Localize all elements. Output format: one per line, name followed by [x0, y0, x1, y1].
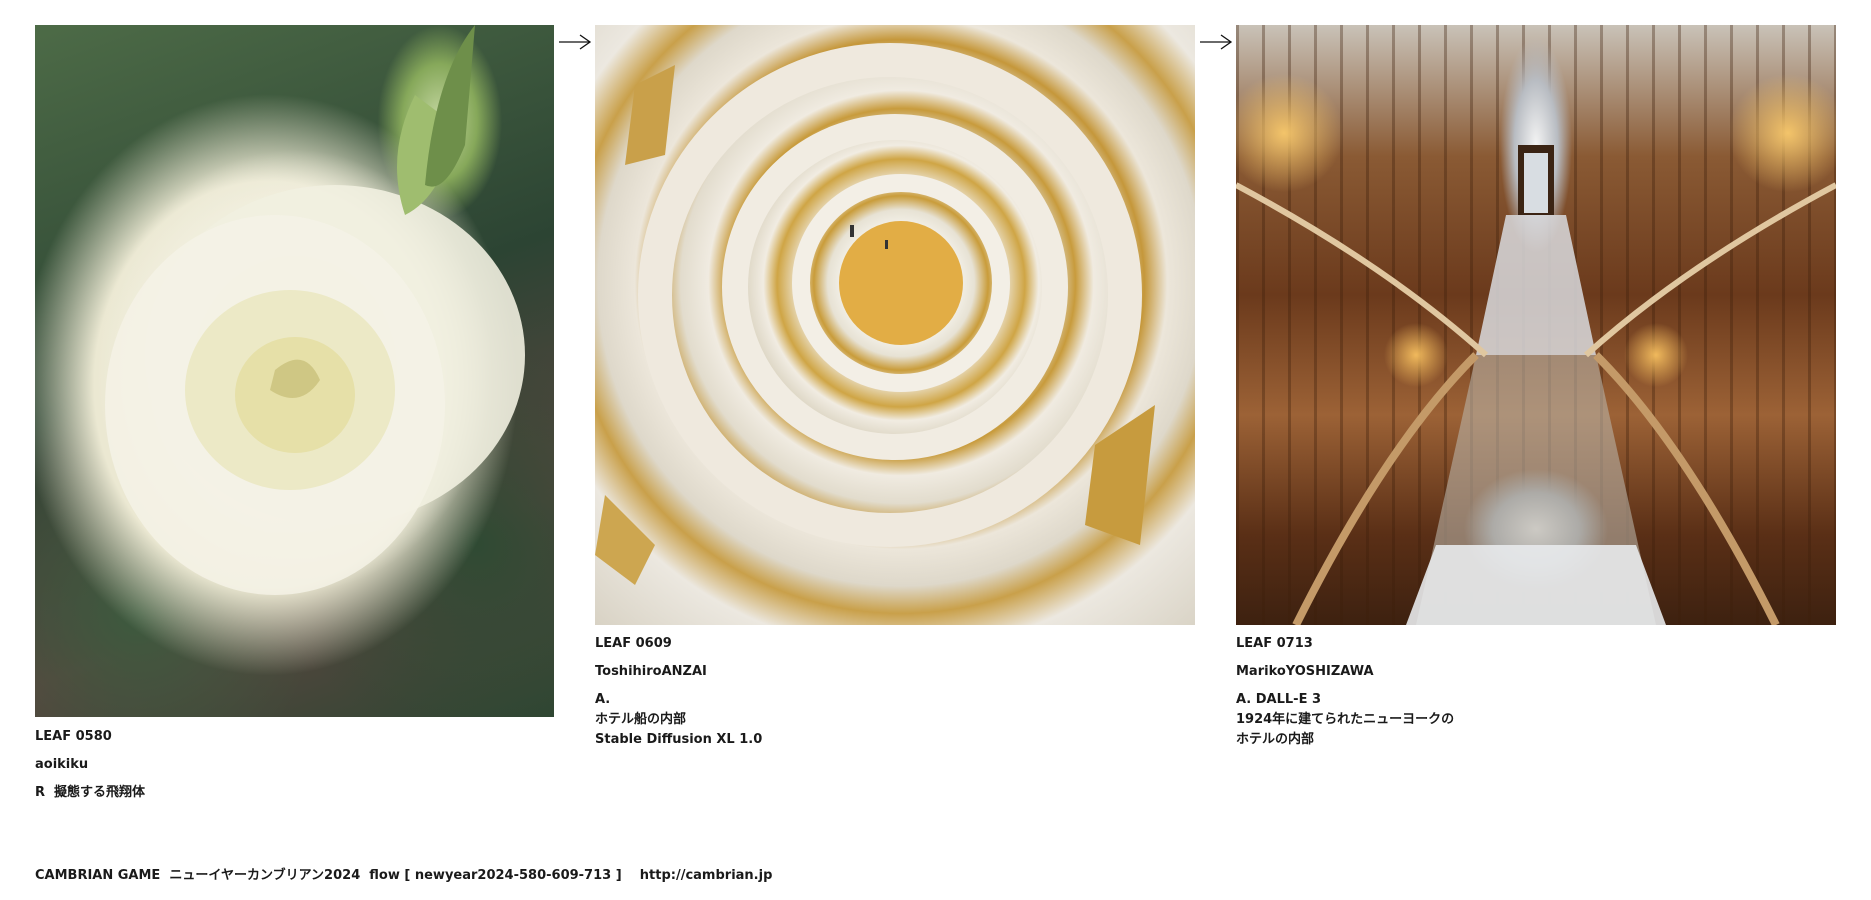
leaf-0609-image[interactable]: [595, 25, 1195, 625]
leaf-0609-id: LEAF 0609: [595, 636, 672, 651]
right-arrow-icon: [559, 34, 592, 50]
right-arrow-icon: [1200, 34, 1233, 50]
leaf-0580-image[interactable]: [35, 25, 554, 717]
footer-credit: CAMBRIAN GAME ニューイヤーカンブリアン2024 flow [ ne…: [35, 868, 773, 883]
leaf-0580-author: aoikiku: [35, 757, 89, 772]
leaf-0713-image[interactable]: [1236, 25, 1836, 625]
leaf-0713-line-2: 1924年に建てられたニューヨークの: [1236, 712, 1455, 727]
ornate-staircase-illustration: [1236, 145, 1836, 625]
white-rose-illustration: [105, 25, 525, 595]
leaf-0713-line-3: ホテルの内部: [1236, 732, 1315, 747]
leaf-0713-id: LEAF 0713: [1236, 636, 1313, 651]
leaf-0580-id: LEAF 0580: [35, 729, 112, 744]
leaf-0609-line-1: A.: [595, 692, 611, 707]
leaf-0713-line-1: A. DALL-E 3: [1236, 692, 1322, 707]
leaf-0609-author: ToshihiroANZAI: [595, 664, 707, 679]
leaf-0609-line-2: ホテル船の内部: [595, 712, 687, 727]
leaf-0713-author: MarikoYOSHIZAWA: [1236, 664, 1374, 679]
leaf-0609-line-3: Stable Diffusion XL 1.0: [595, 732, 763, 747]
spiral-interior-illustration: [595, 43, 1155, 585]
leaf-0580-line-1: R 擬態する飛翔体: [35, 785, 146, 800]
